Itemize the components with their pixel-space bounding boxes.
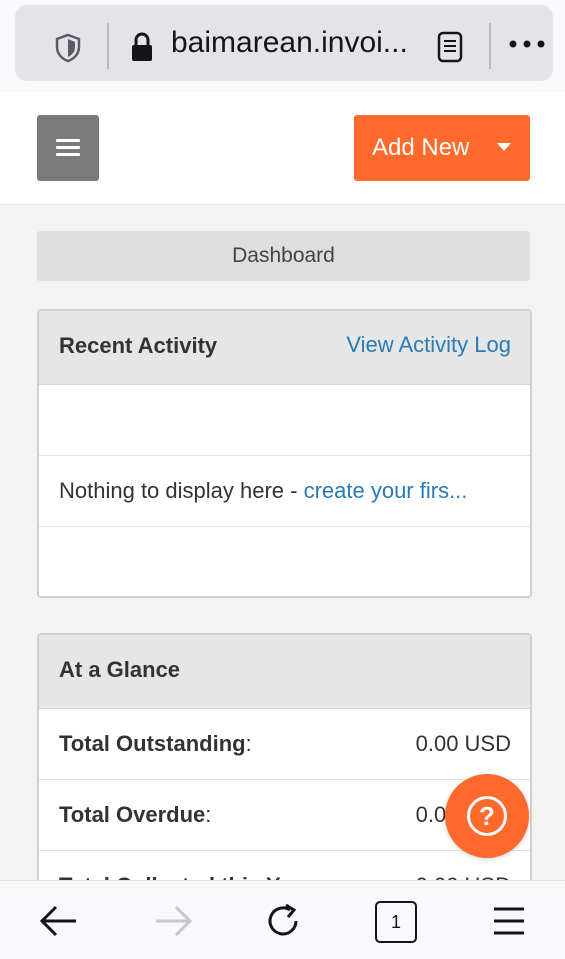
view-activity-log-link[interactable]: View Activity Log bbox=[346, 332, 511, 358]
breadcrumb: Dashboard bbox=[37, 231, 530, 281]
row-label: Total Outstanding: bbox=[59, 731, 252, 756]
hamburger-bar bbox=[56, 146, 80, 149]
app-header: Add New bbox=[0, 92, 565, 205]
panel-header: Recent Activity View Activity Log bbox=[39, 311, 530, 385]
recent-activity-panel: Recent Activity View Activity Log Nothin… bbox=[37, 309, 532, 598]
menu-icon[interactable] bbox=[492, 903, 526, 939]
help-button[interactable]: ? bbox=[445, 774, 529, 858]
menu-toggle-button[interactable] bbox=[37, 115, 99, 181]
hamburger-bar bbox=[56, 153, 80, 156]
empty-message: Nothing to display here - create your fi… bbox=[59, 478, 467, 504]
create-first-link[interactable]: create your firs... bbox=[304, 478, 468, 503]
at-a-glance-panel: At a Glance Total Outstanding: 0.00 USD … bbox=[37, 633, 532, 897]
panel-header: At a Glance bbox=[39, 635, 530, 709]
reader-view-icon[interactable] bbox=[437, 31, 463, 63]
url-text[interactable]: baimarean.invoi... bbox=[171, 26, 408, 60]
reload-icon[interactable] bbox=[264, 901, 304, 941]
add-new-label: Add New bbox=[372, 134, 470, 161]
list-item bbox=[39, 385, 530, 456]
caret-down-icon bbox=[497, 143, 511, 151]
list-item: Nothing to display here - create your fi… bbox=[39, 456, 530, 527]
empty-message-text: Nothing to display here - bbox=[59, 478, 304, 503]
panel-title: Recent Activity bbox=[59, 333, 218, 358]
shield-icon[interactable] bbox=[53, 33, 83, 63]
table-row: Total Outstanding: 0.00 USD bbox=[39, 709, 530, 780]
panel-title: At a Glance bbox=[59, 657, 181, 682]
row-value: 0.00 USD bbox=[415, 731, 511, 756]
url-separator bbox=[107, 23, 109, 69]
url-bar[interactable]: baimarean.invoi... bbox=[15, 5, 553, 81]
tab-count-button[interactable]: 1 bbox=[375, 901, 417, 943]
add-new-button[interactable]: Add New bbox=[354, 115, 530, 181]
question-mark-icon: ? bbox=[467, 796, 507, 836]
url-separator bbox=[489, 23, 491, 69]
row-label: Total Overdue: bbox=[59, 802, 212, 827]
browser-bottom-toolbar: 1 bbox=[0, 880, 565, 959]
browser-toolbar: baimarean.invoi... bbox=[0, 0, 565, 92]
more-options-icon[interactable] bbox=[509, 39, 545, 49]
hamburger-bar bbox=[56, 139, 80, 142]
back-arrow-icon[interactable] bbox=[38, 903, 80, 939]
forward-arrow-icon[interactable] bbox=[152, 903, 194, 939]
lock-icon[interactable] bbox=[129, 31, 155, 63]
list-item bbox=[39, 527, 530, 596]
